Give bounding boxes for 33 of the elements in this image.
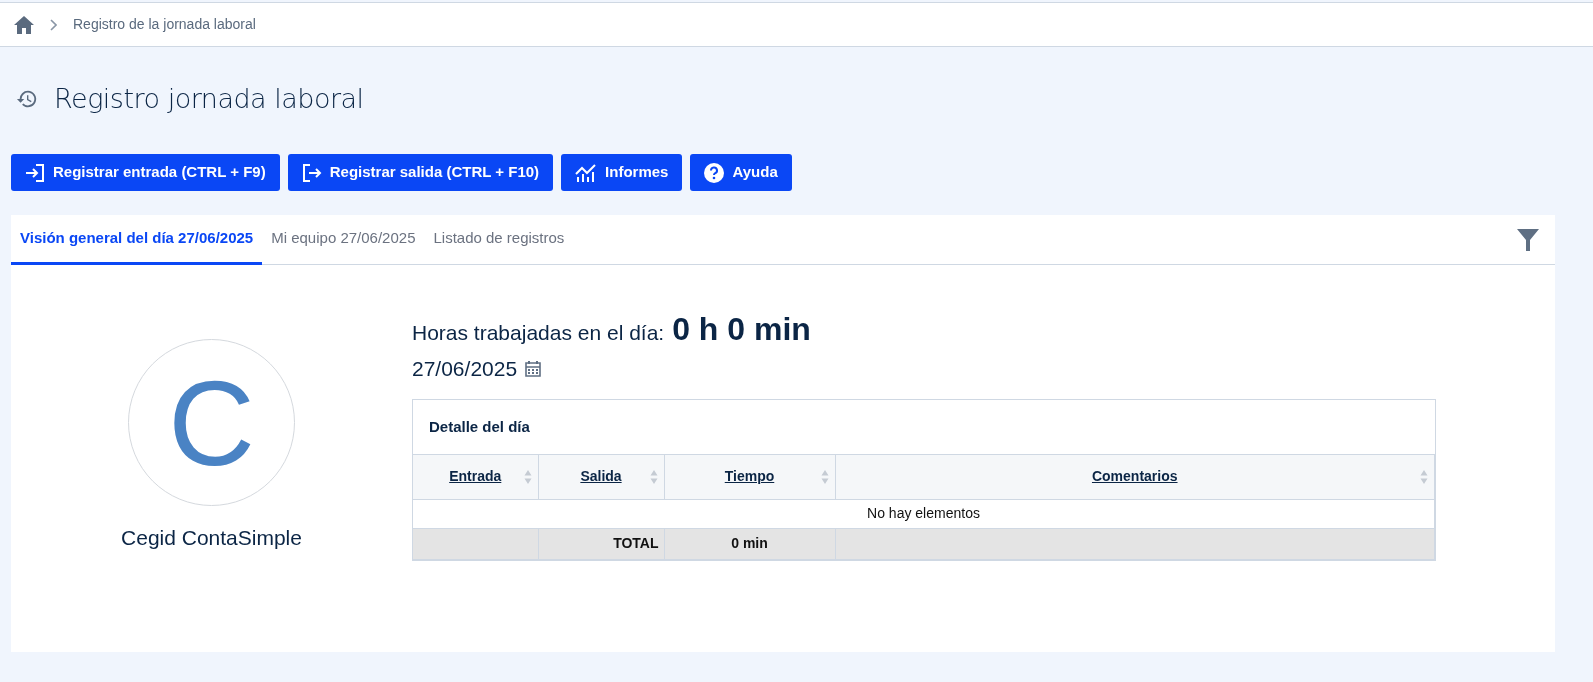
breadcrumb-link[interactable]: Registro de la jornada laboral	[73, 14, 256, 35]
total-value: 0 min	[664, 528, 835, 559]
page-title: Registro jornada laboral	[54, 81, 364, 116]
hours-value: 0 h 0 min	[672, 310, 811, 349]
empty-message: No hay elementos	[413, 499, 1435, 528]
sort-icon[interactable]	[523, 469, 532, 485]
sort-icon[interactable]	[820, 469, 829, 485]
action-button[interactable]: Registrar salida (CTRL + F10)	[287, 154, 554, 191]
date-text: 27/06/2025	[412, 356, 518, 382]
sort-icon[interactable]	[649, 469, 658, 485]
action-button[interactable]: Informes	[561, 154, 683, 191]
column-header-link[interactable]: Salida	[580, 468, 622, 485]
home-icon[interactable]	[14, 15, 34, 34]
exit-icon	[301, 163, 322, 182]
hours-label: Horas trabajadas en el día:	[412, 320, 665, 346]
sort-icon[interactable]	[1420, 469, 1428, 485]
filter-icon[interactable]	[1517, 228, 1539, 251]
column-header-link[interactable]: Comentarios	[1091, 468, 1178, 485]
chart-icon	[575, 163, 598, 182]
help-icon	[704, 162, 725, 183]
tab[interactable]: Visión general del día 27/06/2025	[11, 214, 263, 265]
calendar-icon[interactable]	[525, 360, 542, 378]
action-button[interactable]: Ayuda	[690, 154, 792, 191]
chevron-icon	[50, 18, 57, 31]
total-label: TOTAL	[538, 528, 664, 559]
column-header-link[interactable]: Tiempo	[724, 468, 775, 485]
tab[interactable]: Mi equipo 27/06/2025	[262, 214, 425, 265]
user-name: Cegid ContaSimple	[121, 525, 302, 551]
tab[interactable]: Listado de registros	[424, 214, 574, 265]
enter-icon	[25, 163, 45, 182]
history-icon	[16, 88, 38, 110]
action-button[interactable]: Registrar entrada (CTRL + F9)	[11, 154, 280, 191]
column-header-link[interactable]: Entrada	[449, 468, 502, 485]
